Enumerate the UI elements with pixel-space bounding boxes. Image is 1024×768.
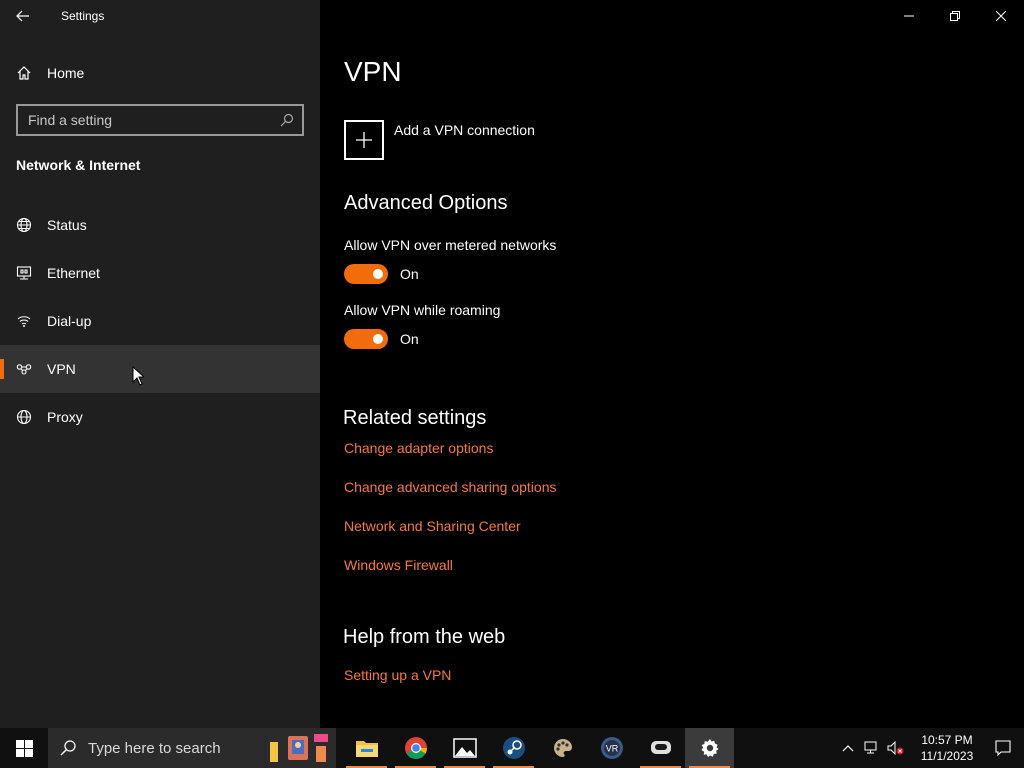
related-settings-heading: Related settings [343,407,487,429]
volume-tray-button[interactable] [884,728,908,768]
close-icon [996,11,1006,21]
main-content: VPN Add a VPN connection Advanced Option… [320,0,1024,728]
add-vpn-label: Add a VPN connection [394,122,535,138]
metered-option-label: Allow VPN over metered networks [344,237,557,253]
clock-date: 11/1/2023 [920,749,974,763]
change-adapter-options-link[interactable]: Change adapter options [344,440,493,456]
home-icon [17,66,31,80]
toggle-knob [373,334,383,344]
plus-icon [344,120,384,160]
globe-status-icon [16,217,32,233]
headset-icon [650,741,671,754]
sidebar-item-vpn[interactable]: VPN [0,345,320,393]
folder-icon [355,741,378,757]
page-title: VPN [344,56,402,87]
gear-icon [701,739,718,757]
metered-networks-toggle[interactable]: On [344,264,419,284]
windows-logo-icon [15,739,33,757]
network-tray-button[interactable] [860,728,884,768]
start-button[interactable] [0,728,48,768]
windows-firewall-link[interactable]: Windows Firewall [344,557,453,573]
palette-icon [553,739,572,757]
toggle-state-label: On [400,331,419,347]
taskbar-photos[interactable] [440,728,489,768]
roaming-toggle[interactable]: On [344,329,419,349]
advanced-options-heading: Advanced Options [344,192,508,214]
toggle-switch[interactable] [344,329,388,349]
title-bar: Settings [0,0,320,32]
system-tray: 10:57 PM 11/1/2023 [836,728,1024,768]
photos-icon [452,738,477,758]
setting-up-vpn-link[interactable]: Setting up a VPN [344,667,451,683]
show-hidden-icons-button[interactable] [836,728,860,768]
taskbar-search-placeholder: Type here to search [88,739,221,757]
sidebar-item-label: Dial-up [47,313,92,329]
notification-icon [995,740,1011,756]
search-highlight-illustration-icon[interactable] [266,730,332,766]
sidebar-item-proxy[interactable]: Proxy [0,393,320,441]
sidebar-item-label: Status [47,217,87,233]
minimize-button[interactable] [886,0,932,32]
clock-time: 10:57 PM [921,733,973,747]
network-sharing-center-link[interactable]: Network and Sharing Center [344,518,521,534]
search-icon [48,740,88,756]
section-title: Network & Internet [16,157,141,173]
add-vpn-connection-button[interactable]: Add a VPN connection [344,120,535,160]
sidebar-item-label: Proxy [47,409,83,425]
restore-icon [950,11,960,21]
chevron-up-icon [842,745,854,752]
app-title: Settings [61,9,105,23]
help-from-web-heading: Help from the web [343,626,506,648]
chrome-icon [404,737,427,759]
network-wired-icon [864,741,877,754]
taskbar-paint-app[interactable] [538,728,587,768]
toggle-knob [373,269,383,279]
vr-icon: VR [600,737,623,759]
taskbar-file-explorer[interactable] [342,728,391,768]
dialup-icon [16,313,32,329]
steam-icon [502,737,525,759]
settings-sidebar: Settings Home Network & Internet Status … [0,0,320,728]
taskbar-headset-app[interactable] [636,728,685,768]
toggle-state-label: On [400,266,419,282]
sidebar-item-ethernet[interactable]: Ethernet [0,249,320,297]
find-setting-search-box[interactable] [16,104,304,136]
globe-icon [16,409,32,425]
close-button[interactable] [978,0,1024,32]
network-nav-list: Status Ethernet Dial-up VPN Proxy [0,201,320,441]
back-arrow-icon [16,10,29,22]
volume-muted-icon [887,741,904,755]
taskbar: Type here to search VR 10:57 PM 11/1/202… [0,728,1024,768]
sidebar-item-label: VPN [47,361,76,377]
minimize-icon [904,15,914,17]
svg-text:VR: VR [605,744,618,754]
change-sharing-options-link[interactable]: Change advanced sharing options [344,479,557,495]
taskbar-apps: VR [342,728,734,768]
mouse-cursor-icon [132,366,144,386]
taskbar-clock[interactable]: 10:57 PM 11/1/2023 [912,732,982,764]
sidebar-item-label: Ethernet [47,265,100,281]
taskbar-settings[interactable] [685,728,734,768]
roaming-option-label: Allow VPN while roaming [344,302,501,318]
action-center-button[interactable] [982,728,1024,768]
taskbar-steam[interactable] [489,728,538,768]
taskbar-chrome[interactable] [391,728,440,768]
taskbar-vr-app[interactable]: VR [587,728,636,768]
sidebar-item-status[interactable]: Status [0,201,320,249]
home-nav-item[interactable]: Home [0,55,320,91]
vpn-icon [16,361,32,377]
ethernet-icon [16,265,32,281]
toggle-switch[interactable] [344,264,388,284]
restore-button[interactable] [932,0,978,32]
taskbar-search-box[interactable]: Type here to search [48,728,336,768]
home-label: Home [47,65,85,81]
search-icon[interactable] [272,113,302,127]
find-setting-input[interactable] [18,112,272,128]
sidebar-item-dialup[interactable]: Dial-up [0,297,320,345]
back-button[interactable] [0,0,46,32]
